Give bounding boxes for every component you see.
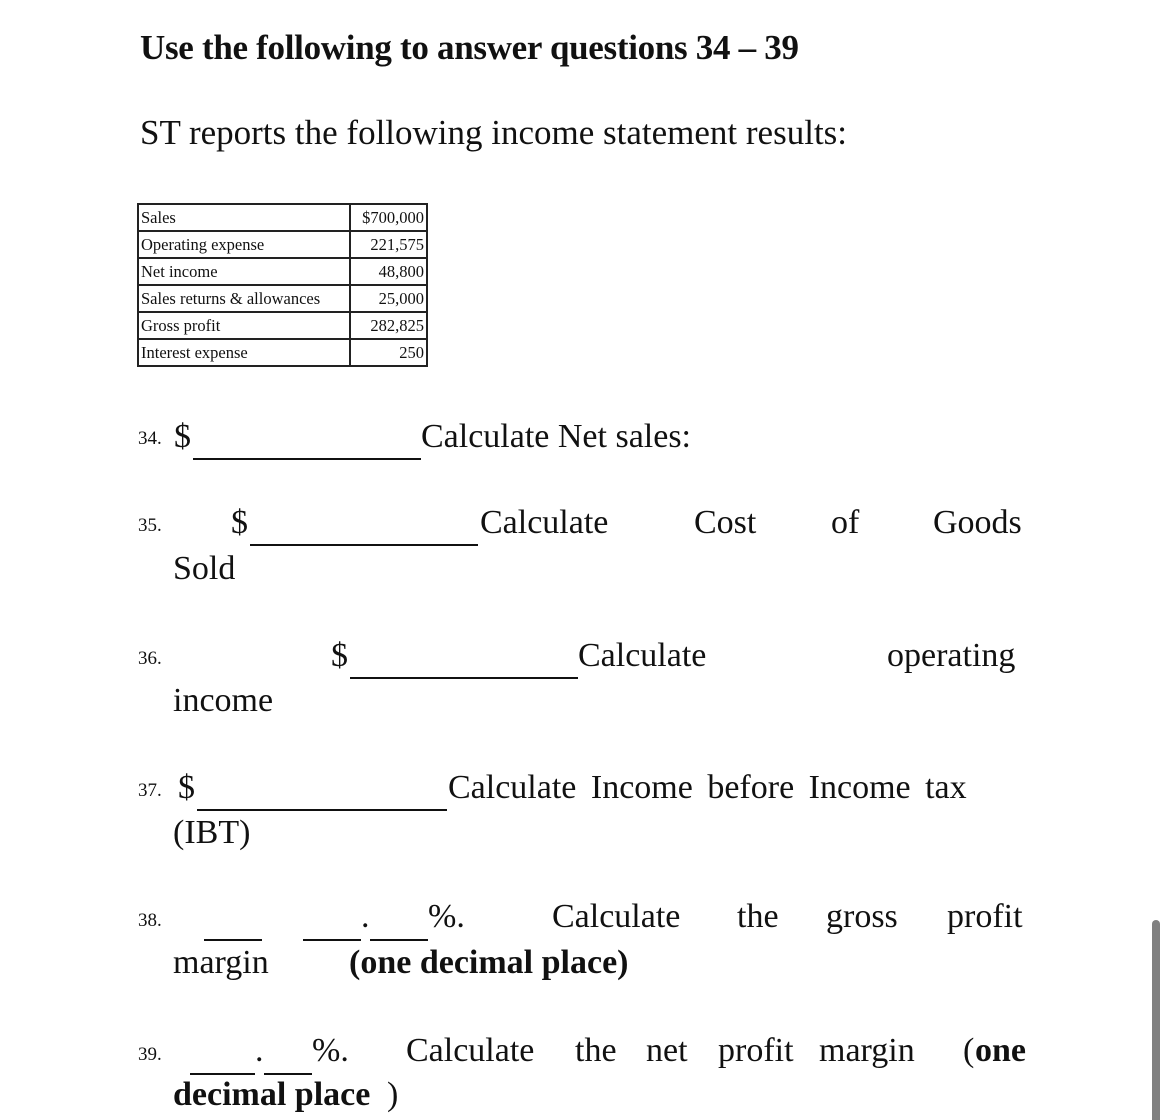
row-label: Operating expense xyxy=(137,230,351,259)
answer-blank[interactable] xyxy=(193,434,421,460)
answer-blank-integer[interactable] xyxy=(204,915,262,941)
intro-text: ST reports the following income statemen… xyxy=(140,113,848,152)
question-number: 37. xyxy=(138,780,162,801)
question-word: of xyxy=(831,504,860,541)
decimal-point: . xyxy=(255,1032,264,1069)
row-value: 250 xyxy=(349,338,428,367)
instruction-bold: one xyxy=(975,1032,1026,1069)
question-text-continued: Sold xyxy=(173,550,236,587)
question-word: margin xyxy=(819,1032,915,1069)
question-word: Calculate xyxy=(552,898,681,935)
income-statement-table: Sales $700,000 Operating expense 221,575… xyxy=(137,203,428,367)
percent-sign: %. xyxy=(428,898,465,935)
instruction-bold: (one decimal place) xyxy=(349,944,629,981)
question-text-continued: income xyxy=(173,682,274,719)
question-text: Calculate Income before Income tax xyxy=(448,769,967,806)
row-value: 25,000 xyxy=(349,284,428,313)
question-word: Cost xyxy=(694,504,757,541)
question-word: net xyxy=(646,1032,688,1069)
row-value: $700,000 xyxy=(349,203,428,232)
answer-blank-integer[interactable] xyxy=(190,1049,255,1075)
question-word: profit xyxy=(947,898,1023,935)
row-label: Gross profit xyxy=(137,311,351,340)
table-row: Sales returns & allowances 25,000 xyxy=(137,284,428,313)
table-row: Net income 48,800 xyxy=(137,257,428,286)
percent-sign: %. xyxy=(312,1032,349,1069)
question-text-continued: margin xyxy=(173,944,269,981)
question-word: profit xyxy=(718,1032,794,1069)
question-number: 34. xyxy=(138,428,162,449)
answer-blank-integer[interactable] xyxy=(303,915,361,941)
row-label: Sales xyxy=(137,203,351,232)
question-number: 38. xyxy=(138,910,162,931)
table-row: Operating expense 221,575 xyxy=(137,230,428,259)
answer-blank-decimal[interactable] xyxy=(370,915,428,941)
dollar-sign: $ xyxy=(178,769,195,806)
question-text-continued: (IBT) xyxy=(173,814,251,851)
question-word: Calculate xyxy=(406,1032,535,1069)
table-row: Gross profit 282,825 xyxy=(137,311,428,340)
question-word: Goods xyxy=(933,504,1022,541)
question-word: Calculate xyxy=(480,504,609,541)
row-label: Sales returns & allowances xyxy=(137,284,351,313)
row-label: Net income xyxy=(137,257,351,286)
table-row: Sales $700,000 xyxy=(137,203,428,232)
open-paren: ( xyxy=(963,1032,975,1069)
answer-blank[interactable] xyxy=(350,653,578,679)
question-word: the xyxy=(575,1032,617,1069)
row-value: 48,800 xyxy=(349,257,428,286)
dollar-sign: $ xyxy=(231,504,248,541)
answer-blank[interactable] xyxy=(250,520,478,546)
close-paren: ) xyxy=(387,1076,399,1113)
dollar-sign: $ xyxy=(174,418,191,455)
question-number: 39. xyxy=(138,1044,162,1065)
question-word: gross xyxy=(826,898,898,935)
dollar-sign: $ xyxy=(331,637,348,674)
question-word: the xyxy=(737,898,779,935)
answer-blank[interactable] xyxy=(197,785,447,811)
answer-blank-decimal[interactable] xyxy=(264,1049,312,1075)
vertical-scrollbar-thumb[interactable] xyxy=(1152,920,1160,1120)
question-word: operating xyxy=(887,637,1016,674)
row-value: 282,825 xyxy=(349,311,428,340)
question-number: 36. xyxy=(138,648,162,669)
instruction-bold-continued: decimal place xyxy=(173,1076,371,1113)
section-heading: Use the following to answer questions 34… xyxy=(140,28,799,67)
question-word: Calculate xyxy=(578,637,707,674)
question-text: Calculate Net sales: xyxy=(421,418,692,455)
row-label: Interest expense xyxy=(137,338,351,367)
decimal-point: . xyxy=(361,898,370,935)
question-number: 35. xyxy=(138,515,162,536)
table-row: Interest expense 250 xyxy=(137,338,428,367)
row-value: 221,575 xyxy=(349,230,428,259)
